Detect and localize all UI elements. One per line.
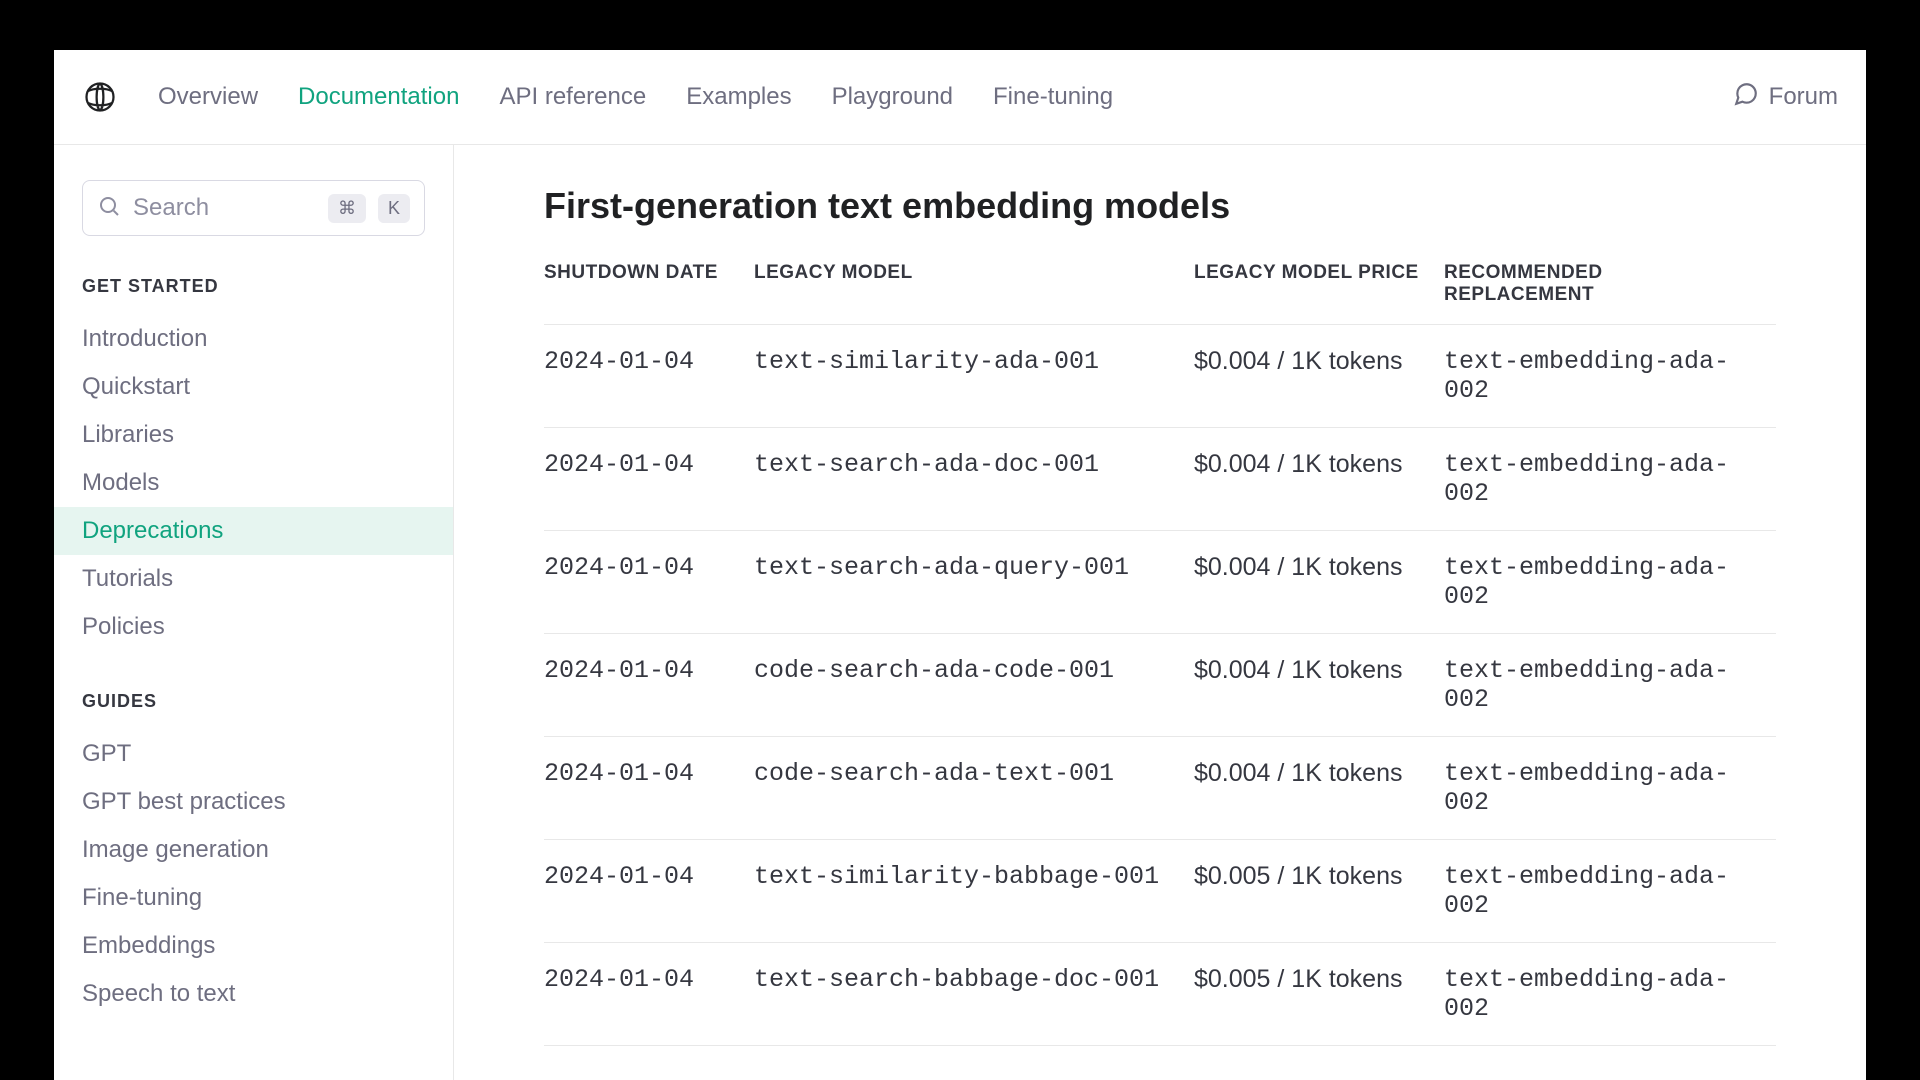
sidebar-item-tutorials[interactable]: Tutorials (54, 555, 453, 603)
nav-item-fine-tuning[interactable]: Fine-tuning (993, 83, 1113, 111)
cell-price: $0.004 / 1K tokens (1194, 428, 1444, 531)
cell-price: $0.005 / 1K tokens (1194, 943, 1444, 1046)
table-row: 2024-01-04code-search-ada-code-001$0.004… (544, 634, 1776, 737)
cell-replacement: text-embedding-ada-002 (1444, 634, 1776, 737)
cell-date: 2024-01-04 (544, 531, 754, 634)
cell-price: $0.004 / 1K tokens (1194, 531, 1444, 634)
cell-date: 2024-01-04 (544, 737, 754, 840)
cell-price: $0.005 / 1K tokens (1194, 840, 1444, 943)
cell-model: text-search-babbage-doc-001 (754, 943, 1194, 1046)
page-title: First-generation text embedding models (544, 185, 1776, 227)
sidebar-item-quickstart[interactable]: Quickstart (54, 363, 453, 411)
cell-date: 2024-01-04 (544, 943, 754, 1046)
sidebar-item-image-generation[interactable]: Image generation (54, 826, 453, 874)
forum-link[interactable]: Forum (1733, 81, 1838, 114)
cell-model: code-search-ada-code-001 (754, 634, 1194, 737)
app-window: Overview Documentation API reference Exampl… (54, 50, 1866, 1080)
table-header: SHUTDOWN DATE (544, 262, 754, 325)
table-row: 2024-01-04text-search-ada-doc-001$0.004 … (544, 428, 1776, 531)
top-nav: Overview Documentation API reference Exampl… (158, 83, 1733, 111)
nav-item-api-reference[interactable]: API reference (499, 83, 646, 111)
search-input[interactable]: Search ⌘ K (82, 180, 425, 236)
topbar: Overview Documentation API reference Exampl… (54, 50, 1866, 145)
nav-item-playground[interactable]: Playground (832, 83, 953, 111)
sidebar-item-policies[interactable]: Policies (54, 603, 453, 651)
cell-replacement: text-embedding-ada-002 (1444, 943, 1776, 1046)
sidebar-item-gpt-best-practices[interactable]: GPT best practices (54, 778, 453, 826)
sidebar-section-label: GUIDES (54, 691, 453, 730)
content: First-generation text embedding models S… (454, 145, 1866, 1080)
sidebar-item-libraries[interactable]: Libraries (54, 411, 453, 459)
sidebar: Search ⌘ K GET STARTEDIntroductionQuicks… (54, 145, 454, 1080)
cell-replacement: text-embedding-ada-002 (1444, 428, 1776, 531)
sidebar-item-models[interactable]: Models (54, 459, 453, 507)
openai-logo-icon[interactable] (82, 79, 118, 115)
cell-date: 2024-01-04 (544, 634, 754, 737)
cell-date: 2024-01-04 (544, 325, 754, 428)
sidebar-item-deprecations[interactable]: Deprecations (54, 507, 453, 555)
nav-item-overview[interactable]: Overview (158, 83, 258, 111)
cell-date: 2024-01-04 (544, 428, 754, 531)
sidebar-item-gpt[interactable]: GPT (54, 730, 453, 778)
kbd-cmd: ⌘ (328, 194, 366, 223)
cell-model: code-search-ada-text-001 (754, 737, 1194, 840)
table-row: 2024-01-04text-similarity-babbage-001$0.… (544, 840, 1776, 943)
deprecations-table: SHUTDOWN DATELEGACY MODELLEGACY MODEL PR… (544, 262, 1776, 1046)
nav-item-documentation[interactable]: Documentation (298, 83, 459, 111)
cell-model: text-similarity-ada-001 (754, 325, 1194, 428)
cell-date: 2024-01-04 (544, 840, 754, 943)
table-header: LEGACY MODEL (754, 262, 1194, 325)
table-header: LEGACY MODEL PRICE (1194, 262, 1444, 325)
sidebar-item-introduction[interactable]: Introduction (54, 315, 453, 363)
cell-price: $0.004 / 1K tokens (1194, 737, 1444, 840)
cell-price: $0.004 / 1K tokens (1194, 634, 1444, 737)
table-row: 2024-01-04text-search-babbage-doc-001$0.… (544, 943, 1776, 1046)
cell-model: text-search-ada-doc-001 (754, 428, 1194, 531)
body: Search ⌘ K GET STARTEDIntroductionQuicks… (54, 145, 1866, 1080)
table-row: 2024-01-04text-search-ada-query-001$0.00… (544, 531, 1776, 634)
cell-price: $0.004 / 1K tokens (1194, 325, 1444, 428)
search-placeholder: Search (133, 194, 316, 222)
table-row: 2024-01-04text-similarity-ada-001$0.004 … (544, 325, 1776, 428)
sidebar-item-embeddings[interactable]: Embeddings (54, 922, 453, 970)
search-icon (97, 194, 121, 223)
nav-item-examples[interactable]: Examples (686, 83, 791, 111)
cell-replacement: text-embedding-ada-002 (1444, 531, 1776, 634)
cell-replacement: text-embedding-ada-002 (1444, 325, 1776, 428)
chat-icon (1733, 81, 1759, 114)
forum-label: Forum (1769, 83, 1838, 111)
sidebar-item-fine-tuning[interactable]: Fine-tuning (54, 874, 453, 922)
sidebar-item-speech-to-text[interactable]: Speech to text (54, 970, 453, 1018)
table-header: RECOMMENDED REPLACEMENT (1444, 262, 1776, 325)
cell-model: text-search-ada-query-001 (754, 531, 1194, 634)
table-row: 2024-01-04code-search-ada-text-001$0.004… (544, 737, 1776, 840)
kbd-k: K (378, 194, 410, 223)
cell-replacement: text-embedding-ada-002 (1444, 840, 1776, 943)
sidebar-section-label: GET STARTED (54, 276, 453, 315)
cell-replacement: text-embedding-ada-002 (1444, 737, 1776, 840)
cell-model: text-similarity-babbage-001 (754, 840, 1194, 943)
